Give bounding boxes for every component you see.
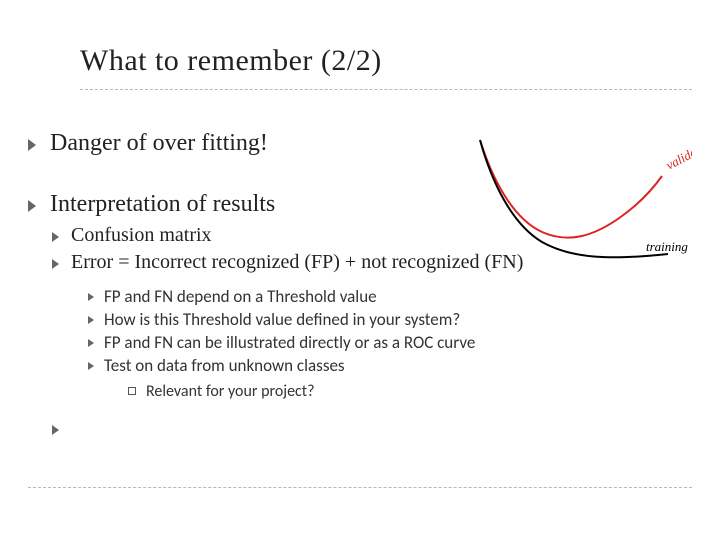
- triangle-icon: [88, 293, 94, 301]
- empty-bullet: [52, 425, 692, 435]
- bullet-text: Relevant for your project?: [146, 382, 315, 401]
- bullet-text: Danger of over fitting!: [50, 130, 268, 157]
- triangle-icon: [52, 425, 59, 435]
- bullet-text: FP and FN can be illustrated directly or…: [104, 332, 475, 353]
- bullet-danger: Danger of over fitting!: [28, 130, 692, 157]
- bullet-text: Error = Incorrect recognized (FP) + not …: [71, 251, 523, 274]
- triangle-icon: [52, 259, 59, 269]
- bullet-text: Confusion matrix: [71, 224, 212, 247]
- bullet-relevant: Relevant for your project?: [128, 382, 692, 401]
- triangle-icon: [88, 339, 94, 347]
- level3-block: FP and FN depend on a Threshold value Ho…: [28, 286, 692, 376]
- square-icon: [128, 387, 136, 395]
- slide-title: What to remember (2/2): [80, 44, 382, 85]
- triangle-icon: [28, 200, 36, 212]
- bullet-text: How is this Threshold value defined in y…: [104, 309, 460, 330]
- bullet-text: FP and FN depend on a Threshold value: [104, 286, 377, 307]
- bullet-interpretation: Interpretation of results: [28, 191, 692, 218]
- title-underline: [80, 89, 692, 90]
- bullet-confusion: Confusion matrix: [52, 224, 692, 247]
- bullet-unknown-classes: Test on data from unknown classes: [88, 355, 692, 376]
- bullet-threshold-depend: FP and FN depend on a Threshold value: [88, 286, 692, 307]
- level2-block: Confusion matrix Error = Incorrect recog…: [28, 224, 692, 274]
- bullet-text: Test on data from unknown classes: [104, 355, 345, 376]
- bullet-error: Error = Incorrect recognized (FP) + not …: [52, 251, 692, 274]
- triangle-icon: [88, 362, 94, 370]
- bullet-text: Interpretation of results: [50, 191, 275, 218]
- triangle-icon: [28, 139, 36, 151]
- bottom-rule: [28, 487, 692, 488]
- title-block: What to remember (2/2): [0, 44, 720, 90]
- triangle-icon: [52, 232, 59, 242]
- slide: What to remember (2/2) validation traini…: [0, 0, 720, 540]
- bullet-threshold-defined: How is this Threshold value defined in y…: [88, 309, 692, 330]
- body: Danger of over fitting! Interpretation o…: [28, 130, 692, 435]
- bullet-roc: FP and FN can be illustrated directly or…: [88, 332, 692, 353]
- triangle-icon: [88, 316, 94, 324]
